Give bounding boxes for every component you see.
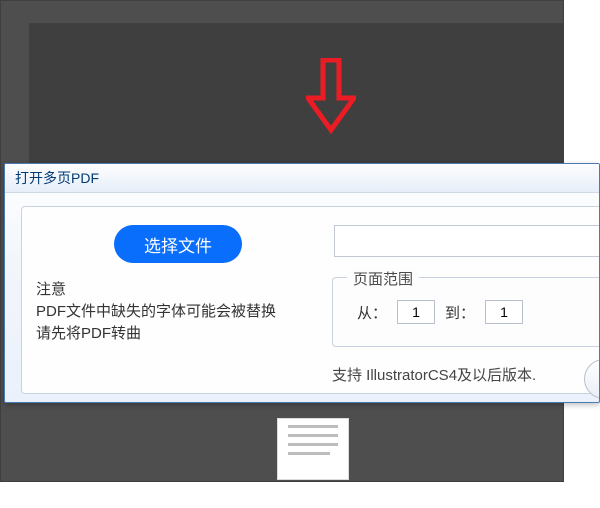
open-multipage-pdf-dialog: 打开多页PDF 选择文件 注意 PDF文件中缺失的字体可能会被替换 请先将PDF… (4, 163, 600, 403)
select-file-label: 选择文件 (144, 232, 212, 257)
from-label: 从： (357, 302, 387, 323)
page-to-input[interactable] (485, 300, 523, 324)
round-action-button[interactable] (584, 359, 600, 399)
page-range-legend: 页面范围 (347, 268, 419, 289)
annotation-arrow-icon (306, 58, 356, 138)
dialog-title: 打开多页PDF (15, 170, 99, 186)
support-text: 支持 IllustratorCS4及以后版本. (332, 364, 536, 385)
page-range-group: 页面范围 从： 到： (332, 277, 600, 347)
notice-line-1: PDF文件中缺失的字体可能会被替换 (36, 301, 316, 323)
document-thumbnail (277, 418, 349, 480)
notice-block: 注意 PDF文件中缺失的字体可能会被替换 请先将PDF转曲 (36, 279, 316, 345)
notice-line-2: 请先将PDF转曲 (36, 323, 316, 345)
dialog-body: 选择文件 注意 PDF文件中缺失的字体可能会被替换 请先将PDF转曲 页面范围 … (21, 206, 599, 394)
file-path-input[interactable] (334, 225, 600, 257)
dialog-titlebar: 打开多页PDF (5, 164, 599, 193)
page-from-input[interactable] (397, 300, 435, 324)
notice-heading: 注意 (36, 279, 316, 301)
to-label: 到： (445, 302, 475, 323)
select-file-button[interactable]: 选择文件 (114, 225, 242, 263)
app-inner-panel (29, 23, 563, 163)
